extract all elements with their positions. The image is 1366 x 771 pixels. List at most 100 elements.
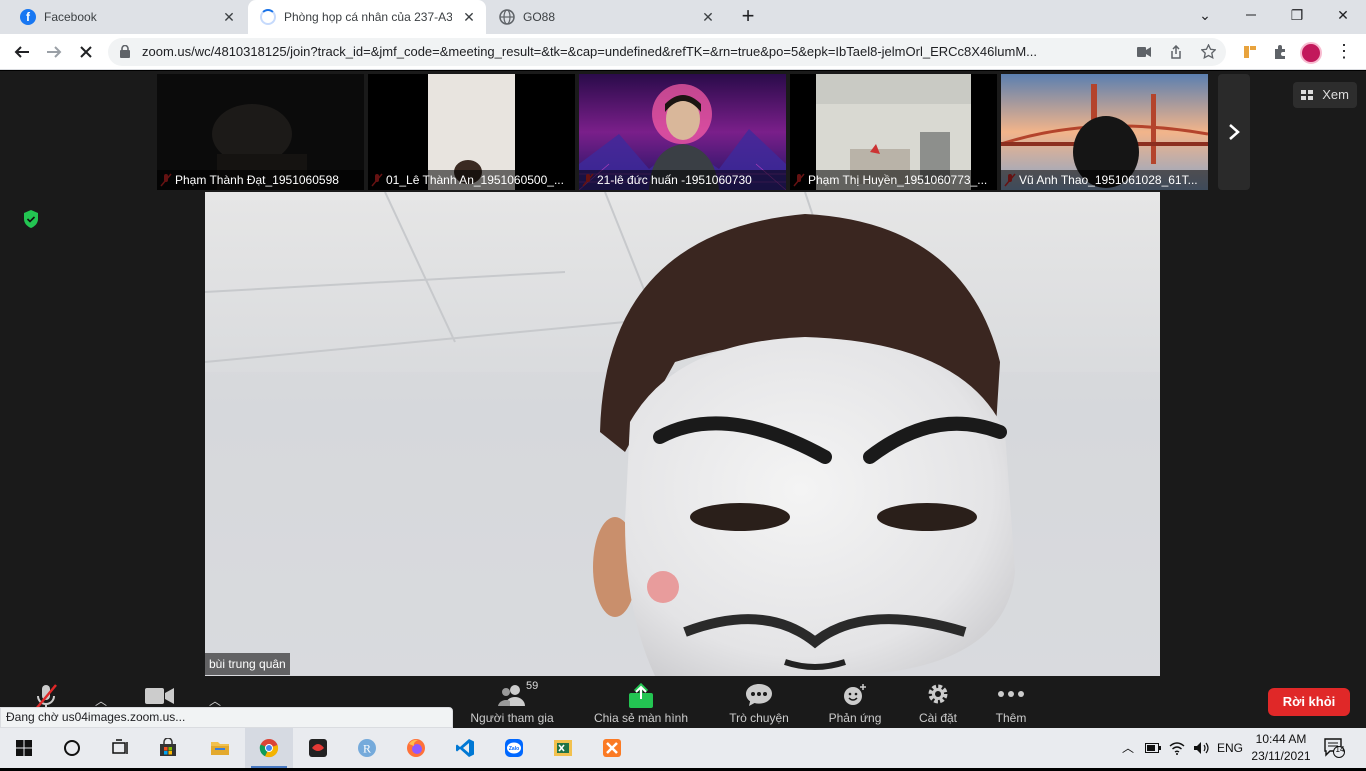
notification-center-button[interactable]: 14 <box>1324 738 1346 758</box>
view-button[interactable]: Xem <box>1293 82 1357 108</box>
participant-tile[interactable]: 01_Lê Thành An_1951060500_... <box>368 74 575 190</box>
zalo-app[interactable]: Zalo <box>490 728 538 768</box>
share-screen-button[interactable]: Chia sẻ màn hình <box>586 676 696 728</box>
start-button[interactable] <box>0 728 48 768</box>
firefox-app[interactable] <box>392 728 440 768</box>
reactions-button[interactable]: Phản ứng <box>820 676 890 728</box>
store-bag-icon <box>160 738 176 756</box>
garena-app[interactable] <box>294 728 342 768</box>
menu-icon[interactable]: ⋮ <box>1330 38 1358 66</box>
tab-go88[interactable]: GO88 ✕ <box>487 0 725 34</box>
chat-bubble-icon <box>746 684 772 706</box>
settings-button[interactable]: Cài đặt <box>910 676 966 728</box>
battery-icon[interactable] <box>1142 728 1164 768</box>
tab-search-button[interactable]: ⌄ <box>1182 0 1228 30</box>
forward-button[interactable] <box>40 38 68 66</box>
show-hidden-icons[interactable]: ︿ <box>1118 728 1138 768</box>
language-indicator[interactable]: ENG <box>1214 728 1246 768</box>
tab-strip: f Facebook ✕ Phòng họp cá nhân của 237-A… <box>0 0 1366 34</box>
chat-button[interactable]: Trò chuyện <box>718 676 800 728</box>
participant-name: 01_Lê Thành An_1951060500_... <box>368 170 575 190</box>
participants-button[interactable]: Người tham gia <box>462 676 562 728</box>
store-app[interactable] <box>144 728 192 768</box>
zalo-icon: Zalo <box>505 739 523 757</box>
notification-count: 14 <box>1335 745 1345 754</box>
chrome-icon <box>259 739 279 758</box>
tab-facebook[interactable]: f Facebook ✕ <box>8 0 246 34</box>
globe-icon <box>499 9 515 25</box>
vscode-app[interactable] <box>441 728 489 768</box>
minimize-button[interactable] <box>1228 0 1274 30</box>
facebook-icon: f <box>20 9 36 25</box>
tab-label: Facebook <box>44 10 97 24</box>
close-icon[interactable]: ✕ <box>699 8 717 26</box>
new-tab-button[interactable]: + <box>736 5 760 29</box>
wifi-icon[interactable] <box>1166 728 1188 768</box>
windows-logo-icon <box>16 740 32 756</box>
share-screen-icon <box>629 683 653 708</box>
more-button[interactable]: Thêm <box>984 676 1038 728</box>
grid-icon <box>1301 90 1313 100</box>
next-page-button[interactable] <box>1218 74 1250 190</box>
extension-icon[interactable] <box>1236 38 1264 66</box>
vscode-icon <box>456 739 474 757</box>
video-camera-icon <box>145 688 174 704</box>
share-icon[interactable] <box>1166 42 1186 62</box>
participant-tile[interactable]: Phạm Thành Đạt_1951060598 <box>157 74 364 190</box>
excel-app[interactable] <box>539 728 587 768</box>
task-view-icon <box>112 739 128 754</box>
r-app[interactable]: R <box>343 728 391 768</box>
search-button[interactable] <box>48 728 96 768</box>
chrome-app[interactable] <box>245 728 293 768</box>
bookmark-star-icon[interactable] <box>1198 42 1218 62</box>
more-label: Thêm <box>995 711 1027 725</box>
extensions-puzzle-icon[interactable] <box>1266 38 1294 66</box>
participants-count: 59 <box>526 680 539 692</box>
profile-avatar[interactable] <box>1300 42 1322 64</box>
camera-icon[interactable] <box>1134 42 1154 62</box>
browser-status-text: Đang chờ us04images.zoom.us... <box>0 707 453 728</box>
active-speaker-video <box>205 192 1160 676</box>
active-speaker-name: bùi trung quân <box>205 653 290 675</box>
system-clock[interactable]: 10:44 AM 23/11/2021 <box>1248 731 1314 765</box>
task-view-button[interactable] <box>96 728 144 768</box>
participant-tile[interactable]: Vũ Anh Thao_1951061028_61T... <box>1001 74 1208 190</box>
volume-icon[interactable] <box>1190 728 1212 768</box>
meeting-area: Phạm Thành Đạt_1951060598 01_Lê Thành An… <box>0 71 1366 676</box>
svg-text:R: R <box>363 742 371 756</box>
participant-tile[interactable]: 21-lê đức huấn -1951060730 <box>579 74 786 190</box>
participant-tile[interactable]: Phạm Thị Huyền_1951060773_... <box>790 74 997 190</box>
xampp-icon <box>603 739 621 757</box>
share-screen-label: Chia sẻ màn hình <box>593 711 689 725</box>
gear-icon <box>928 684 948 704</box>
close-window-button[interactable]: ✕ <box>1320 0 1366 30</box>
close-icon[interactable]: ✕ <box>220 8 238 26</box>
leave-meeting-button[interactable]: Rời khỏi <box>1268 688 1350 716</box>
stop-loading-button[interactable] <box>72 38 100 66</box>
participants-label: Người tham gia <box>470 711 554 725</box>
svg-text:Zalo: Zalo <box>509 746 519 752</box>
participant-name: Phạm Thị Huyền_1951060773_... <box>790 170 997 190</box>
address-bar[interactable]: zoom.us/wc/4810318125/join?track_id=&jmf… <box>108 38 1226 66</box>
tab-label: Phòng họp cá nhân của 237-A3 / ... <box>284 10 452 24</box>
search-circle-icon <box>64 740 80 756</box>
participant-name: Vũ Anh Thao_1951061028_61T... <box>1001 170 1208 190</box>
security-shield-icon[interactable] <box>23 210 39 228</box>
file-explorer-app[interactable] <box>196 728 244 768</box>
tab-zoom-meeting[interactable]: Phòng họp cá nhân của 237-A3 / ... ✕ <box>248 0 486 34</box>
participants-icon <box>498 685 525 706</box>
close-icon[interactable]: ✕ <box>460 8 478 26</box>
xampp-app[interactable] <box>588 728 636 768</box>
restore-button[interactable]: ❐ <box>1274 0 1320 30</box>
more-dots-icon <box>998 691 1024 697</box>
lock-icon <box>120 45 130 58</box>
speaker-video-frame <box>205 192 1160 676</box>
url-text[interactable]: zoom.us/wc/4810318125/join?track_id=&jmf… <box>142 44 1102 59</box>
loading-spinner-icon <box>260 9 276 25</box>
folder-icon <box>211 742 229 755</box>
r-language-icon: R <box>358 739 376 757</box>
settings-label: Cài đặt <box>918 711 958 725</box>
participant-name: Phạm Thành Đạt_1951060598 <box>157 170 364 190</box>
smiley-plus-icon <box>844 684 866 705</box>
back-button[interactable] <box>8 38 36 66</box>
